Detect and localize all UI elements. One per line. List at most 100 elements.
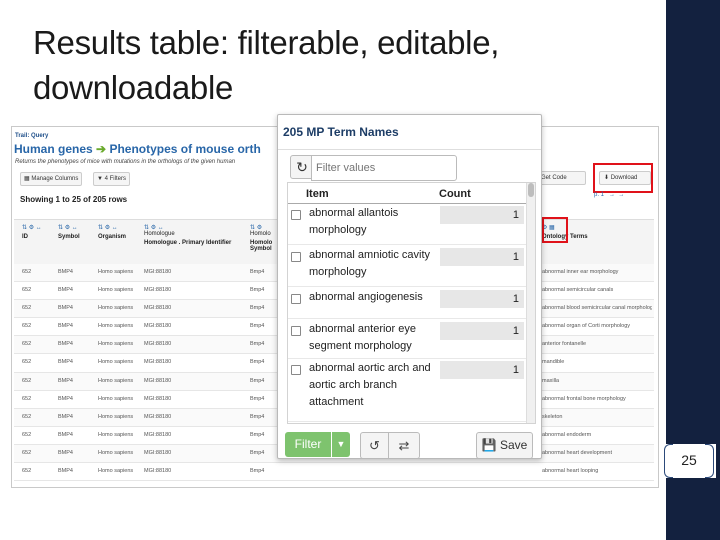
table-cell-org: Homo sapiens bbox=[98, 287, 134, 294]
table-cell-id: 652 bbox=[22, 377, 32, 384]
term-checkbox[interactable] bbox=[291, 252, 301, 262]
undo-button[interactable]: ↺ bbox=[360, 432, 389, 458]
term-count: 1 bbox=[440, 290, 524, 308]
table-cell-hid: MGI:88180 bbox=[144, 341, 172, 348]
table-cell-sym: BMP4 bbox=[58, 341, 73, 348]
table-cell-term: abnormal endoderm bbox=[542, 431, 592, 438]
filter-dropdown-button[interactable]: ▼ bbox=[332, 432, 350, 457]
table-cell-term: maxilla bbox=[542, 377, 560, 384]
table-cell-org: Homo sapiens bbox=[98, 449, 134, 456]
table-cell-hsym: Bmp4 bbox=[250, 449, 265, 456]
table-cell-sym: BMP4 bbox=[58, 269, 73, 275]
filter-icon: ▼ bbox=[97, 176, 103, 182]
term-checkbox[interactable] bbox=[291, 326, 301, 336]
term-row[interactable]: abnormal allantois morphology 1 bbox=[288, 204, 526, 245]
table-cell-hid: MGI:88180 bbox=[144, 305, 172, 312]
table-cell-org: Homo sapiens bbox=[98, 359, 134, 366]
table-cell-term: abnormal blood semicircular canal morpho… bbox=[542, 305, 652, 312]
table-cell-hsym: Bmp4 bbox=[250, 341, 265, 348]
table-cell-id: 652 bbox=[22, 305, 32, 312]
popup-title: 205 MP Term Names bbox=[283, 125, 399, 139]
manage-columns-button[interactable]: ▦ Manage Columns bbox=[20, 172, 83, 186]
table-cell-hid: MGI:88180 bbox=[144, 449, 172, 456]
page-number: 25 bbox=[681, 452, 697, 468]
term-row[interactable]: abnormal angiogenesis 1 bbox=[288, 288, 526, 319]
page-number-box: 25 bbox=[662, 444, 716, 478]
query-right: Phenotypes of mouse orth bbox=[109, 142, 261, 156]
table-cell-hsym: Bmp4 bbox=[250, 305, 265, 312]
manage-columns-label: Manage Columns bbox=[31, 176, 79, 182]
table-cell-id: 652 bbox=[22, 468, 32, 475]
invert-selection-button[interactable]: ⇄ bbox=[388, 432, 420, 458]
column-controls-icon: ⇅ ⚙ ↔ bbox=[22, 225, 42, 231]
term-row[interactable]: abnormal anterior eye segment morphology… bbox=[288, 320, 526, 359]
table-cell-org: Homo sapiens bbox=[98, 431, 134, 438]
table-cell-sym: BMP4 bbox=[58, 431, 73, 438]
table-cell-org: Homo sapiens bbox=[98, 269, 134, 275]
col-organism[interactable]: ⇅ ⚙ ↔ Organism bbox=[98, 224, 126, 240]
query-subtitle: Returns the phenotypes of mice with muta… bbox=[15, 159, 236, 165]
term-name: abnormal angiogenesis bbox=[309, 291, 423, 303]
table-cell-org: Homo sapiens bbox=[98, 395, 134, 402]
popup-footer: Filter ▼ ↺ ⇄ 💾 Save bbox=[278, 422, 541, 458]
filter-values-input[interactable] bbox=[311, 155, 457, 181]
col-homologue-symbol[interactable]: ⇅ ⚙ Homolo Homolo Symbol bbox=[250, 224, 278, 252]
table-cell-id: 652 bbox=[22, 359, 32, 366]
table-cell-id: 652 bbox=[22, 269, 32, 275]
table-cell-sym: BMP4 bbox=[58, 395, 73, 402]
row-count: Showing 1 to 25 of 205 rows bbox=[20, 195, 128, 204]
scroll-thumb[interactable] bbox=[528, 183, 534, 197]
table-row[interactable]: 652 BMP4 Homo sapiens MGI:88180 Bmp4 abnormal… bbox=[14, 463, 654, 482]
table-cell-sym: BMP4 bbox=[58, 359, 73, 366]
get-code-button[interactable]: Get Code bbox=[537, 171, 586, 185]
pager[interactable]: p. 1 → → bbox=[594, 192, 624, 198]
col-symbol[interactable]: ⇅ ⚙ ↔ Symbol bbox=[58, 224, 80, 240]
table-cell-hsym: Bmp4 bbox=[250, 359, 265, 366]
table-cell-id: 652 bbox=[22, 413, 32, 420]
table-cell-hid: MGI:88180 bbox=[144, 323, 172, 330]
term-checkbox[interactable] bbox=[291, 365, 301, 375]
table-cell-org: Homo sapiens bbox=[98, 377, 134, 384]
table-cell-hid: MGI:88180 bbox=[144, 468, 172, 475]
table-cell-sym: BMP4 bbox=[58, 305, 73, 312]
table-cell-hid: MGI:88180 bbox=[144, 431, 172, 438]
table-cell-id: 652 bbox=[22, 341, 32, 348]
term-name: abnormal anterior eye segment morphology bbox=[309, 323, 417, 352]
table-cell-hsym: Bmp4 bbox=[250, 377, 265, 384]
table-cell-term: abnormal frontal bone morphology bbox=[542, 395, 626, 402]
column-controls-icon: ⇅ ⚙ ↔ bbox=[58, 225, 78, 231]
table-cell-hsym: Bmp4 bbox=[250, 269, 265, 275]
table-cell-org: Homo sapiens bbox=[98, 323, 134, 330]
table-cell-hid: MGI:88180 bbox=[144, 413, 172, 420]
table-cell-hsym: Bmp4 bbox=[250, 468, 265, 475]
filters-label: 4 Filters bbox=[104, 176, 126, 182]
table-cell-hsym: Bmp4 bbox=[250, 395, 265, 402]
columns-icon: ▦ bbox=[24, 176, 30, 182]
filters-button[interactable]: ▼ 4 Filters bbox=[93, 172, 130, 186]
term-row[interactable]: abnormal aortic arch and aortic arch bra… bbox=[288, 359, 526, 422]
term-checkbox[interactable] bbox=[291, 294, 301, 304]
term-list[interactable]: Item Count abnormal allantois morphology… bbox=[287, 182, 536, 424]
term-count: 1 bbox=[440, 206, 524, 224]
table-cell-term: abnormal inner ear morphology bbox=[542, 269, 619, 275]
term-list-scrollbar[interactable] bbox=[526, 183, 535, 423]
download-highlight bbox=[593, 163, 653, 193]
term-list-header: Item Count bbox=[288, 183, 526, 204]
term-checkbox[interactable] bbox=[291, 210, 301, 220]
filter-button[interactable]: Filter bbox=[285, 432, 331, 457]
col-id[interactable]: ⇅ ⚙ ↔ ID bbox=[22, 224, 42, 240]
table-cell-sym: BMP4 bbox=[58, 323, 73, 330]
table-cell-sym: BMP4 bbox=[58, 377, 73, 384]
table-cell-hid: MGI:88180 bbox=[144, 269, 172, 275]
col-homologue-id[interactable]: ⇅ ⚙ ↔ Homologue Homologue . Primary Identi… bbox=[144, 224, 234, 246]
query-left: Human genes bbox=[14, 142, 93, 156]
table-cell-hsym: Bmp4 bbox=[250, 323, 265, 330]
save-button[interactable]: 💾 Save bbox=[476, 432, 533, 458]
table-cell-id: 652 bbox=[22, 287, 32, 294]
table-cell-id: 652 bbox=[22, 323, 32, 330]
column-summary-highlight bbox=[542, 217, 568, 243]
term-count: 1 bbox=[440, 248, 524, 266]
table-cell-hid: MGI:88180 bbox=[144, 377, 172, 384]
term-row[interactable]: abnormal amniotic cavity morphology 1 bbox=[288, 246, 526, 287]
item-column-header: Item bbox=[306, 188, 329, 200]
